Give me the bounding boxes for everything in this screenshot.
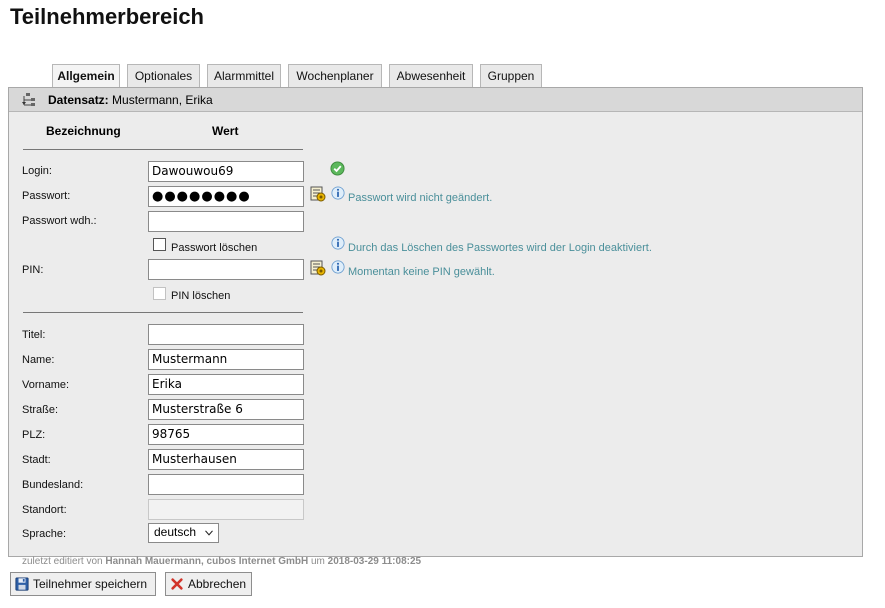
cancel-button[interactable]: Abbrechen bbox=[165, 572, 252, 596]
delete-password-label: Passwort löschen bbox=[171, 242, 258, 254]
save-button[interactable]: Teilnehmer speichern bbox=[10, 572, 156, 596]
language-select[interactable]: deutsch bbox=[148, 523, 219, 543]
password-input[interactable]: ●●●●●●●● bbox=[148, 186, 304, 207]
record-tree-icon bbox=[22, 93, 35, 106]
pin-label: PIN: bbox=[22, 264, 44, 276]
password-label: Passwort: bbox=[22, 190, 71, 202]
name-input[interactable]: Mustermann bbox=[148, 349, 304, 370]
title-input[interactable] bbox=[148, 324, 304, 345]
login-label: Login: bbox=[22, 165, 52, 177]
title-label: Titel: bbox=[22, 329, 46, 341]
delete-password-info-icon bbox=[331, 236, 345, 250]
page-title: Teilnehmerbereich bbox=[10, 4, 204, 29]
state-label: Bundesland: bbox=[22, 479, 84, 491]
pin-info-icon bbox=[331, 260, 345, 274]
street-label: Straße: bbox=[22, 404, 59, 416]
location-label: Standort: bbox=[22, 504, 67, 516]
tab-wochenplaner[interactable]: Wochenplaner bbox=[288, 64, 382, 88]
firstname-input[interactable]: Erika bbox=[148, 374, 304, 395]
last-edited-timestamp: 2018-03-29 11:08:25 bbox=[327, 556, 422, 567]
delete-pin-checkbox[interactable] bbox=[153, 287, 166, 300]
record-label: Datensatz: bbox=[48, 93, 109, 107]
password-repeat-label: Passwort wdh.: bbox=[22, 215, 97, 227]
zip-label: PLZ: bbox=[22, 429, 46, 441]
tab-allgemein[interactable]: Allgemein bbox=[52, 64, 120, 89]
password-hint: Passwort wird nicht geändert. bbox=[348, 192, 493, 204]
generate-pin-icon[interactable] bbox=[310, 260, 326, 276]
record-name: Mustermann, Erika bbox=[112, 93, 213, 107]
last-edited-prefix: zuletzt editiert von bbox=[22, 556, 103, 567]
section-divider bbox=[23, 312, 303, 313]
last-edited-note: zuletzt editiert von Hannah Mauermann, c… bbox=[22, 556, 421, 567]
location-input bbox=[148, 499, 304, 520]
header-divider bbox=[23, 149, 303, 150]
pin-input[interactable] bbox=[148, 259, 304, 280]
tab-gruppen[interactable]: Gruppen bbox=[480, 64, 542, 88]
record-header: Datensatz: Mustermann, Erika bbox=[9, 88, 862, 112]
login-input[interactable]: Dawouwou69 bbox=[148, 161, 304, 182]
generate-password-icon[interactable] bbox=[310, 186, 326, 202]
firstname-label: Vorname: bbox=[22, 379, 70, 391]
last-edited-middle: um bbox=[310, 556, 325, 567]
chevron-down-icon bbox=[205, 530, 213, 536]
tab-alarmmittel[interactable]: Alarmmittel bbox=[207, 64, 281, 88]
state-input[interactable] bbox=[148, 474, 304, 495]
city-input[interactable]: Musterhausen bbox=[148, 449, 304, 470]
language-label: Sprache: bbox=[22, 528, 67, 540]
city-label: Stadt: bbox=[22, 454, 51, 466]
record-panel: Datensatz: Mustermann, Erika Bezeichnung… bbox=[8, 87, 863, 557]
column-header-value: Wert bbox=[212, 124, 239, 138]
column-header-label: Bezeichnung bbox=[46, 124, 121, 138]
name-label: Name: bbox=[22, 354, 55, 366]
save-button-label: Teilnehmer speichern bbox=[33, 577, 148, 591]
password-info-icon bbox=[331, 186, 345, 200]
cancel-button-label: Abbrechen bbox=[188, 577, 247, 591]
password-repeat-input[interactable] bbox=[148, 211, 304, 232]
tab-optionales[interactable]: Optionales bbox=[127, 64, 200, 88]
pin-hint: Momentan keine PIN gewählt. bbox=[348, 266, 495, 278]
record-title: Datensatz: Mustermann, Erika bbox=[48, 93, 213, 107]
street-input[interactable]: Musterstraße 6 bbox=[148, 399, 304, 420]
save-icon bbox=[15, 577, 29, 591]
last-edited-editor: Hannah Mauermann, cubos Internet GmbH bbox=[105, 556, 309, 567]
delete-password-hint: Durch das Löschen des Passwortes wird de… bbox=[348, 242, 652, 254]
check-icon bbox=[330, 161, 345, 176]
delete-pin-label: PIN löschen bbox=[171, 290, 231, 302]
language-select-value: deutsch bbox=[154, 525, 197, 539]
zip-input[interactable]: 98765 bbox=[148, 424, 304, 445]
tab-abwesenheit[interactable]: Abwesenheit bbox=[389, 64, 473, 88]
delete-password-checkbox[interactable] bbox=[153, 238, 166, 251]
cancel-icon bbox=[171, 578, 183, 590]
